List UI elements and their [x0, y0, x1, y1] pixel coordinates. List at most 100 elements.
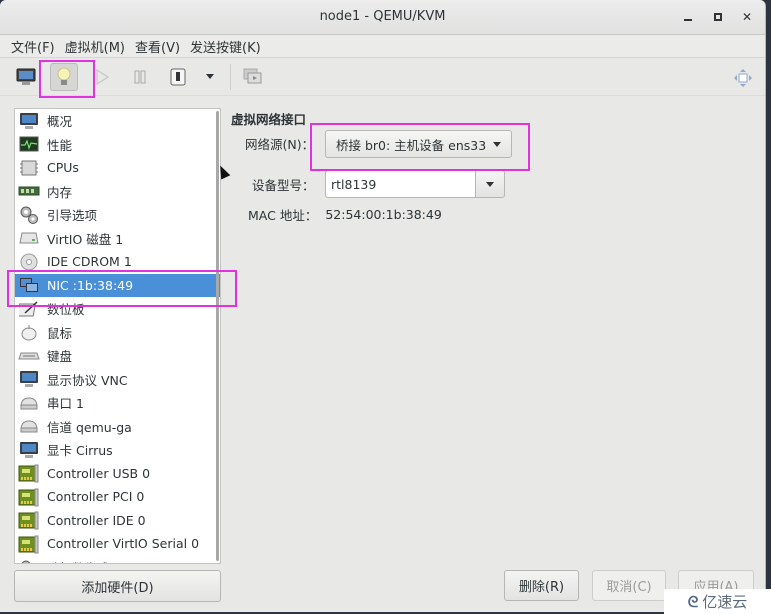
sidebar-item-label: NIC :1b:38:49 — [47, 277, 134, 293]
monitor-icon — [16, 68, 36, 85]
sidebar-item[interactable]: 性能 — [15, 133, 220, 157]
performance-icon — [18, 135, 40, 153]
network-source-label: 网络源(N)： — [245, 137, 315, 152]
sidebar-item[interactable]: IDE CDROM 1 — [15, 250, 220, 274]
cancel-button[interactable]: 取消(C) — [592, 570, 666, 601]
sidebar-item-label: 信道 qemu-ga — [47, 419, 132, 435]
maximize-icon — [714, 13, 722, 21]
sidebar-item-label: 数位板 — [47, 302, 85, 318]
sidebar-item-label: 键盘 — [47, 349, 73, 365]
controller-card-icon — [18, 535, 40, 554]
network-icon — [18, 276, 40, 294]
toolbar-separator — [230, 63, 231, 90]
keyboard-icon — [18, 347, 40, 365]
network-source-value: 桥接 br0: 主机设备 ens33 — [336, 137, 487, 153]
sidebar-item[interactable]: Controller USB 0 — [15, 462, 220, 486]
controller-card-icon — [18, 464, 40, 483]
sidebar-item-label: 概况 — [47, 114, 73, 130]
pause-button[interactable] — [126, 63, 154, 91]
sidebar-item[interactable]: 信道 qemu-ga — [15, 415, 220, 439]
watermark: ᘓ 亿速云 — [664, 589, 771, 614]
sidebar-item-label: 串口 1 — [47, 396, 84, 412]
sidebar-item[interactable]: 内存 — [15, 180, 220, 204]
sidebar-item[interactable]: 串口 1 — [15, 391, 220, 415]
sidebar-item[interactable]: 显卡 Cirrus — [15, 438, 220, 462]
sidebar-item[interactable]: 概况 — [15, 109, 220, 133]
console-view-button[interactable] — [12, 63, 40, 91]
serial-icon — [18, 417, 40, 435]
network-source-combo-wrap: 桥接 br0: 主机设备 ens33 — [325, 130, 513, 158]
tablet-icon — [18, 300, 40, 318]
memory-icon — [18, 182, 40, 200]
section-title: 虚拟网络接口 — [231, 112, 307, 127]
minimize-button[interactable] — [677, 7, 699, 27]
watermark-logo-icon: ᘓ — [687, 592, 699, 611]
sidebar-item-label: Controller IDE 0 — [47, 512, 146, 528]
sidebar-item[interactable]: Controller PCI 0 — [15, 485, 220, 509]
sidebar-item[interactable]: Controller VirtIO Serial 0 — [15, 532, 220, 556]
device-model-dropdown-button[interactable] — [475, 170, 505, 198]
vm-details-window: node1 - QEMU/KVM ✕ 文件(F) 虚拟机(M) 查看(V) 发送… — [0, 0, 766, 612]
monitor-icon — [18, 441, 40, 459]
disk-icon — [18, 229, 40, 247]
fullscreen-button[interactable] — [732, 67, 754, 89]
sidebar-item[interactable]: NIC :1b:38:49 — [15, 273, 220, 297]
mouse-icon — [18, 323, 40, 341]
sidebar-item-label: 引导选项 — [47, 208, 98, 224]
snapshots-button[interactable] — [239, 63, 267, 91]
serial-icon — [18, 394, 40, 412]
remove-button[interactable]: 删除(R) — [504, 570, 579, 601]
sidebar-item-label: 内存 — [47, 184, 73, 200]
details-view-button[interactable] — [50, 62, 78, 91]
mac-value: 52:54:00:1b:38:49 — [325, 207, 442, 222]
run-button[interactable] — [88, 63, 116, 91]
add-hardware-button[interactable]: 添加硬件(D) — [14, 570, 221, 602]
watermark-text: 亿速云 — [702, 593, 748, 611]
sidebar-item-label: 显示协议 VNC — [47, 372, 128, 388]
dropdown-arrow-icon — [486, 181, 494, 187]
menu-send-key[interactable]: 发送按键(K) — [185, 37, 266, 56]
sidebar-item[interactable]: CPUs — [15, 156, 220, 180]
dropdown-arrow-icon — [206, 74, 214, 79]
sidebar-item[interactable]: 数位板 — [15, 297, 220, 321]
hardware-list[interactable]: 概况性能 CPUs 内存引导选项 VirtIO 磁盘 1 IDE CDROM 1 NIC … — [14, 108, 221, 564]
device-model-row: 设备型号： — [252, 175, 315, 194]
sidebar-item-label: Controller USB 0 — [47, 465, 151, 481]
title-bar: node1 - QEMU/KVM ✕ — [0, 0, 765, 35]
menu-bar: 文件(F) 虚拟机(M) 查看(V) 发送按键(K) — [0, 35, 765, 58]
controller-card-icon — [18, 511, 40, 530]
device-model-label: 设备型号： — [252, 178, 315, 193]
sidebar-item-label: VirtIO 磁盘 1 — [47, 231, 124, 247]
sidebar-item-label: CPUs — [47, 160, 79, 176]
shutdown-button[interactable] — [164, 63, 192, 91]
sidebar-item-label: Controller VirtIO Serial 0 — [47, 536, 200, 552]
device-model-combo-wrap: rtl8139 — [325, 170, 505, 198]
menu-file[interactable]: 文件(F) — [6, 37, 60, 56]
sidebar-item[interactable]: 键盘 — [15, 344, 220, 368]
sidebar-item[interactable]: Controller IDE 0 — [15, 509, 220, 533]
sidebar-item[interactable]: 鼠标 — [15, 321, 220, 345]
menu-view[interactable]: 查看(V) — [130, 37, 185, 56]
minimize-icon — [684, 19, 692, 21]
mac-row: MAC 地址： 52:54:00:1b:38:49 — [248, 205, 442, 224]
network-source-combo[interactable]: 桥接 br0: 主机设备 ens33 — [325, 130, 513, 158]
pause-icon — [134, 70, 146, 83]
device-model-input[interactable]: rtl8139 — [325, 170, 475, 198]
play-icon — [96, 68, 109, 85]
sidebar-item[interactable]: 引导选项 — [15, 203, 220, 227]
sidebar-item[interactable]: 随机数生成器 /dev/urandom — [15, 556, 220, 563]
shutdown-menu-button[interactable] — [202, 63, 218, 91]
close-button[interactable]: ✕ — [736, 7, 758, 27]
hardware-list-scrollbar[interactable] — [216, 111, 219, 561]
dropdown-arrow-icon — [493, 141, 502, 147]
cpu-icon — [18, 159, 40, 177]
controller-card-icon — [18, 488, 40, 507]
mac-label: MAC 地址： — [248, 208, 318, 223]
maximize-button[interactable] — [707, 7, 729, 27]
menu-virtual-machine[interactable]: 虚拟机(M) — [60, 37, 130, 56]
sidebar-item[interactable]: 显示协议 VNC — [15, 368, 220, 392]
sidebar-item-label: 鼠标 — [47, 325, 73, 341]
sidebar-item[interactable]: VirtIO 磁盘 1 — [15, 227, 220, 251]
sidebar-item-label: IDE CDROM 1 — [47, 254, 132, 270]
monitor-icon — [18, 370, 40, 388]
